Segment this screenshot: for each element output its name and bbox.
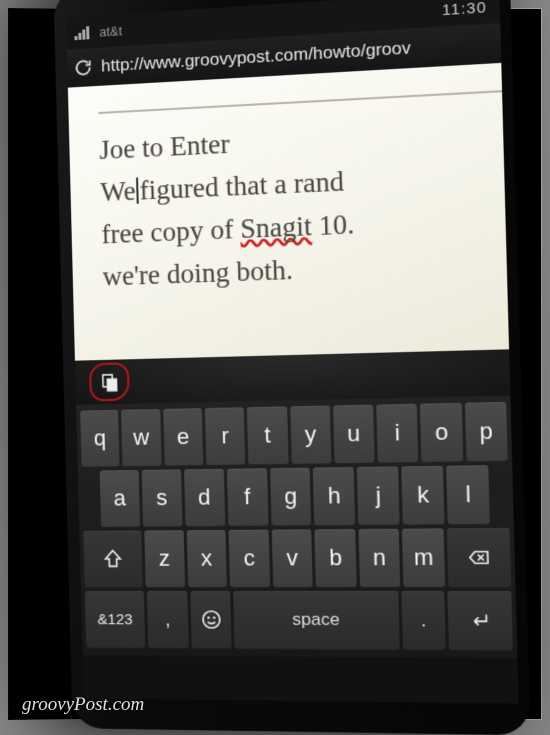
reload-icon[interactable]: [73, 57, 93, 78]
key-i[interactable]: i: [376, 404, 418, 463]
photo-frame: at&t 11:30 http://www.groovypost.com/how…: [8, 8, 542, 720]
keyboard-row-3: z x c v b n m: [83, 528, 511, 587]
web-content[interactable]: Joe to Enter Wefigured that a rand free …: [68, 63, 509, 361]
key-c[interactable]: c: [229, 530, 270, 587]
key-numbers[interactable]: &123: [85, 591, 146, 648]
on-screen-keyboard: q w e r t y u i o p a s d f g h: [76, 396, 517, 659]
key-k[interactable]: k: [402, 466, 445, 525]
text-fragment: free copy of: [101, 213, 241, 249]
backspace-icon: [467, 546, 491, 569]
key-n[interactable]: n: [358, 529, 400, 587]
key-a[interactable]: a: [100, 470, 140, 527]
key-emoji[interactable]: [190, 591, 232, 648]
paste-icon: [101, 372, 118, 391]
phone-screen: at&t 11:30 http://www.groovypost.com/how…: [66, 0, 519, 704]
key-p[interactable]: p: [465, 402, 508, 461]
phone-body: at&t 11:30 http://www.groovypost.com/how…: [53, 0, 530, 735]
clock: 11:30: [442, 0, 492, 19]
key-b[interactable]: b: [315, 529, 357, 587]
key-x[interactable]: x: [186, 530, 227, 587]
key-shift[interactable]: [83, 531, 142, 588]
key-h[interactable]: h: [313, 467, 355, 525]
key-u[interactable]: u: [333, 405, 375, 464]
key-s[interactable]: s: [142, 469, 183, 526]
key-t[interactable]: t: [247, 406, 288, 464]
key-f[interactable]: f: [227, 468, 269, 526]
emoji-icon: [199, 608, 222, 630]
key-w[interactable]: w: [121, 409, 161, 466]
keyboard-row-2: a s d f g h j k l: [82, 465, 510, 527]
key-r[interactable]: r: [205, 407, 246, 465]
keyboard-row-4: &123 , space .: [85, 591, 513, 650]
spellcheck-error[interactable]: Snagit: [240, 210, 312, 244]
keyboard-row-1: q w e r t y u i o p: [80, 402, 508, 467]
watermark: groovyPost.com: [22, 694, 144, 716]
key-j[interactable]: j: [357, 466, 400, 524]
key-g[interactable]: g: [270, 468, 312, 526]
key-e[interactable]: e: [163, 408, 203, 465]
key-backspace[interactable]: [447, 528, 511, 587]
key-q[interactable]: q: [80, 410, 120, 467]
enter-icon: [468, 609, 492, 632]
text-after-cursor: figured that a rand: [139, 166, 344, 206]
text-before-cursor: We: [100, 175, 136, 207]
key-period[interactable]: .: [402, 591, 446, 649]
key-v[interactable]: v: [271, 529, 313, 587]
text-fragment: 10.: [311, 208, 354, 241]
key-d[interactable]: d: [184, 469, 225, 526]
key-y[interactable]: y: [290, 406, 331, 464]
editable-text-box[interactable]: Joe to Enter Wefigured that a rand free …: [98, 83, 509, 298]
paste-button-highlight[interactable]: [89, 362, 130, 401]
carrier-label: at&t: [99, 23, 122, 40]
signal-icon: [74, 26, 89, 40]
key-enter[interactable]: [447, 591, 513, 650]
key-o[interactable]: o: [420, 403, 463, 462]
key-l[interactable]: l: [446, 465, 490, 524]
key-space[interactable]: space: [233, 591, 400, 649]
key-z[interactable]: z: [144, 530, 184, 587]
shift-icon: [102, 548, 125, 570]
key-m[interactable]: m: [402, 528, 445, 586]
key-comma[interactable]: ,: [147, 591, 188, 648]
